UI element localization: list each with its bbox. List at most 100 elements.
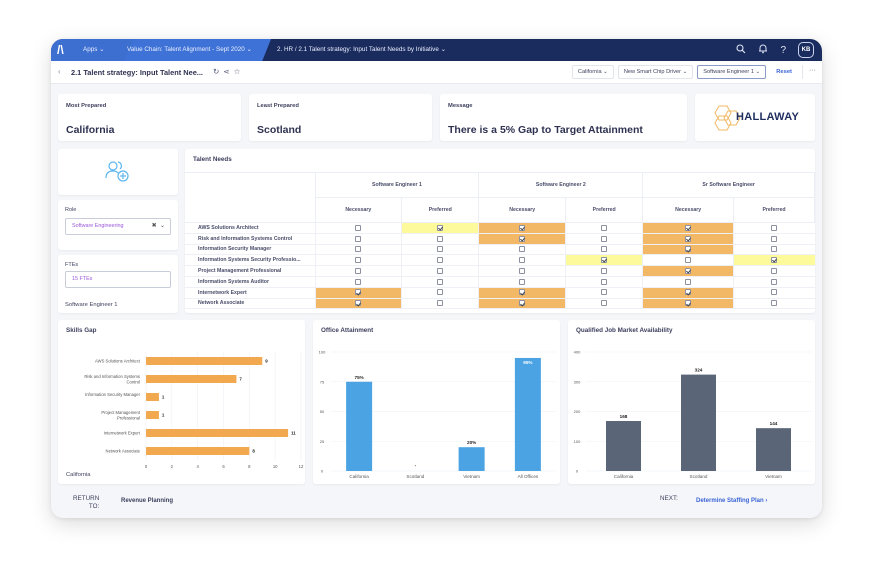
reset-button[interactable]: Reset: [770, 69, 798, 75]
checkbox[interactable]: [771, 257, 778, 264]
checkbox[interactable]: [601, 267, 608, 274]
checkbox[interactable]: [771, 289, 778, 296]
checkbox[interactable]: [601, 300, 608, 307]
apps-menu[interactable]: Apps ⌄: [83, 39, 104, 61]
checkbox[interactable]: [355, 289, 362, 296]
filter-role[interactable]: Software Engineer 1 ⌄: [697, 65, 767, 79]
filter-initiative[interactable]: New Smart Chip Driver ⌄: [617, 65, 694, 79]
checkbox[interactable]: [355, 257, 362, 264]
role-card: Role Software Engineering ✖ ⌄: [58, 200, 178, 250]
anaplan-logo-icon[interactable]: /\: [57, 43, 71, 57]
y-tick-label: 0: [321, 469, 324, 474]
checkbox[interactable]: [771, 300, 778, 307]
checkbox[interactable]: [437, 267, 444, 274]
checkbox[interactable]: [437, 278, 444, 285]
page-title: 2.1 Talent strategy: Input Talent Nee...: [71, 68, 203, 77]
checkbox[interactable]: [601, 278, 608, 285]
next-link[interactable]: Determine Staffing Plan ›: [696, 498, 767, 504]
checkbox[interactable]: [601, 224, 608, 231]
data-label: 324: [695, 368, 703, 373]
checkbox[interactable]: [685, 257, 692, 264]
checkbox[interactable]: [771, 224, 778, 231]
checkbox[interactable]: [437, 224, 444, 231]
clear-icon[interactable]: ✖: [152, 223, 157, 229]
checkbox[interactable]: [601, 289, 608, 296]
checkbox[interactable]: [771, 246, 778, 253]
chevron-down-icon[interactable]: ⌄: [160, 223, 165, 229]
bar: [458, 447, 485, 471]
checkbox[interactable]: [685, 289, 692, 296]
breadcrumb-page[interactable]: 2. HR / 2.1 Talent strategy: Input Talen…: [277, 39, 446, 61]
checkbox[interactable]: [601, 257, 608, 264]
x-tick-label: 0: [145, 464, 148, 469]
checkbox[interactable]: [685, 246, 692, 253]
checkbox[interactable]: [437, 289, 444, 296]
checkbox[interactable]: [601, 235, 608, 242]
checkbox[interactable]: [437, 235, 444, 242]
checkbox[interactable]: [771, 235, 778, 242]
subheader-necessary: Necessary: [314, 197, 403, 223]
checkbox[interactable]: [519, 289, 526, 296]
checkbox[interactable]: [355, 235, 362, 242]
ftes-card: FTEs 15 FTEs Software Engineer 1: [58, 255, 178, 313]
filter-location[interactable]: California ⌄: [571, 65, 614, 79]
bar: [146, 447, 250, 455]
category-label: Risk and Information Systems: [84, 374, 140, 379]
checkbox[interactable]: [437, 257, 444, 264]
checkbox[interactable]: [685, 224, 692, 231]
checkbox[interactable]: [771, 267, 778, 274]
bar: [146, 411, 159, 419]
back-chevron-icon[interactable]: ‹: [58, 67, 61, 76]
checkbox[interactable]: [519, 235, 526, 242]
y-tick-label: 0: [576, 469, 579, 474]
checkbox[interactable]: [355, 267, 362, 274]
user-avatar[interactable]: KB: [798, 42, 814, 58]
help-icon[interactable]: ?: [780, 45, 786, 56]
job-market-chart: 0 100 200 300 400 168 California 324 Scotland 144…: [574, 350, 811, 479]
checkbox[interactable]: [685, 300, 692, 307]
ftes-input[interactable]: 15 FTEs: [65, 271, 171, 288]
star-icon[interactable]: ☆: [234, 67, 241, 76]
checkbox[interactable]: [685, 235, 692, 242]
x-tick-label: California: [614, 474, 634, 479]
checkbox[interactable]: [519, 224, 526, 231]
category-label: AWS Solutions Architect: [95, 359, 141, 364]
more-options-icon[interactable]: ···: [802, 65, 816, 79]
refresh-icon[interactable]: ↻: [213, 67, 219, 76]
data-label: 20%: [467, 440, 476, 445]
add-user-card[interactable]: [58, 149, 178, 195]
return-link[interactable]: Revenue Planning: [121, 498, 173, 504]
share-icon[interactable]: ⋖: [223, 67, 229, 76]
data-label: 144: [770, 421, 778, 426]
x-tick-label: Scotland: [406, 474, 424, 479]
bar: [606, 421, 641, 471]
page-header: ‹ 2.1 Talent strategy: Input Talent Nee.…: [51, 61, 822, 84]
page-footer: RETURN TO: Revenue Planning NEXT: Determ…: [51, 488, 822, 518]
checkbox[interactable]: [519, 278, 526, 285]
checkbox[interactable]: [355, 224, 362, 231]
x-tick-label: 12: [299, 464, 304, 469]
checkbox[interactable]: [601, 246, 608, 253]
checkbox[interactable]: [519, 257, 526, 264]
skills-gap-card: Skills Gap 0 2 4 6 8 10 12 9 AWS Solutions Archi…: [58, 320, 305, 484]
bell-icon[interactable]: [758, 43, 768, 57]
checkbox[interactable]: [519, 246, 526, 253]
checkbox[interactable]: [355, 278, 362, 285]
checkbox[interactable]: [355, 300, 362, 307]
role-select[interactable]: Software Engineering ✖ ⌄: [65, 218, 171, 235]
data-label: 11: [291, 431, 296, 436]
breadcrumb-model[interactable]: Value Chain: Talent Alignment - Sept 202…: [127, 39, 252, 61]
data-label: 1: [162, 413, 165, 418]
search-icon[interactable]: [736, 43, 746, 57]
checkbox[interactable]: [685, 278, 692, 285]
checkbox[interactable]: [771, 278, 778, 285]
skills-gap-location: California: [66, 472, 91, 478]
checkbox[interactable]: [437, 300, 444, 307]
checkbox[interactable]: [437, 246, 444, 253]
data-label: 75%: [355, 375, 364, 380]
checkbox[interactable]: [519, 300, 526, 307]
bar: [681, 374, 716, 471]
checkbox[interactable]: [355, 246, 362, 253]
checkbox[interactable]: [519, 267, 526, 274]
checkbox[interactable]: [685, 267, 692, 274]
